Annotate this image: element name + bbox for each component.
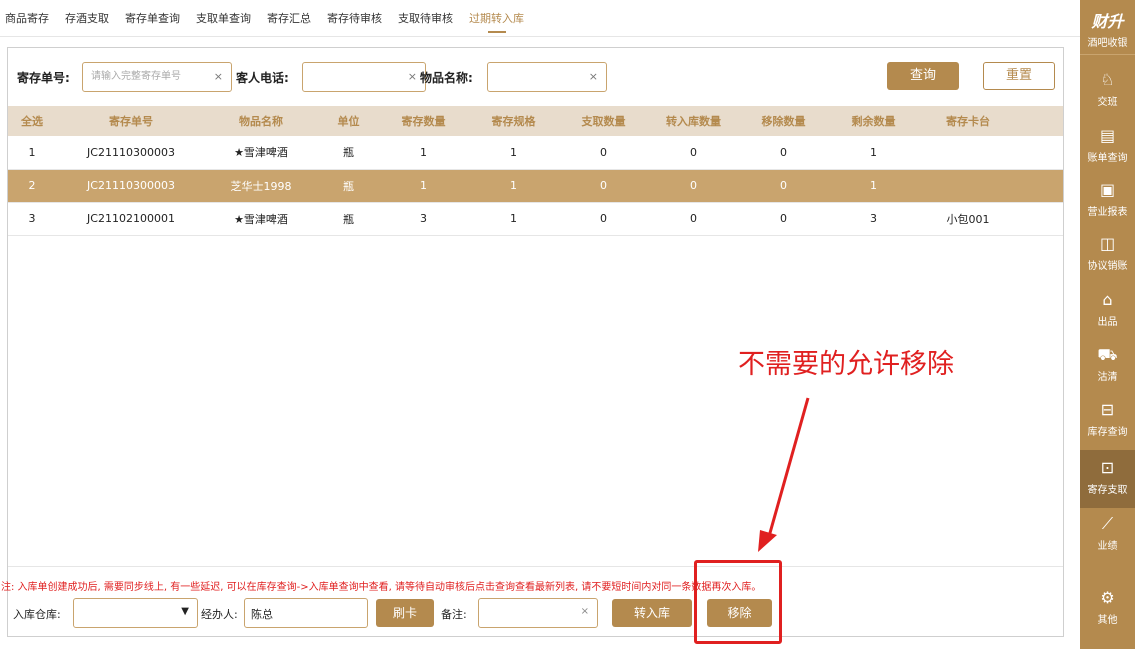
box-icon: ⊟ xyxy=(1100,400,1115,419)
brand-title: 财升 xyxy=(1091,12,1124,31)
sidebar-item-label: 寄存支取 xyxy=(1087,485,1128,496)
chart-icon: ⟋ xyxy=(1101,514,1114,533)
right-sidebar: 财升 酒吧收银 ♘ 交班 ▤ 账单查询 ▣ 营业报表 ◫ 协议销账 ⌂ 出品 ⛟… xyxy=(1080,0,1135,649)
dish-icon: ⌂ xyxy=(1102,290,1113,309)
brand-subtitle: 酒吧收银 xyxy=(1087,38,1128,49)
annotation-highlight-box xyxy=(694,560,782,644)
arrow-shaft xyxy=(766,397,810,541)
sidebar-item-shift[interactable]: ♘ 交班 xyxy=(1080,70,1135,126)
gear-icon: ⚙ xyxy=(1100,588,1115,607)
report-icon: ▣ xyxy=(1099,180,1116,199)
sidebar-item-deposit-withdraw[interactable]: ⊡ 寄存支取 xyxy=(1080,450,1135,508)
sidebar-item-performance[interactable]: ⟋ 业绩 xyxy=(1080,514,1135,570)
agreement-icon: ◫ xyxy=(1099,234,1116,253)
cart-icon: ⛟ xyxy=(1097,345,1118,364)
sidebar-item-label: 营业报表 xyxy=(1087,207,1128,218)
sidebar-item-bill-query[interactable]: ▤ 账单查询 xyxy=(1080,126,1135,182)
sidebar-item-business-report[interactable]: ▣ 营业报表 xyxy=(1080,180,1135,236)
sidebar-item-other[interactable]: ⚙ 其他 xyxy=(1080,588,1135,644)
sidebar-item-sold-out[interactable]: ⛟ 沽清 xyxy=(1080,345,1135,401)
sidebar-item-agreement[interactable]: ◫ 协议销账 xyxy=(1080,234,1135,290)
sidebar-item-stock-query[interactable]: ⊟ 库存查询 xyxy=(1080,400,1135,456)
sidebar-item-label: 库存查询 xyxy=(1087,427,1128,438)
annotation-arrow xyxy=(758,397,810,552)
brand-logo: 财升 酒吧收银 xyxy=(1080,0,1135,55)
sidebar-item-label: 协议销账 xyxy=(1087,261,1128,272)
sidebar-item-label: 交班 xyxy=(1097,97,1118,108)
sidebar-item-label: 沽清 xyxy=(1097,372,1118,383)
receipt-icon: ▤ xyxy=(1099,126,1116,145)
app: 商品寄存 存酒支取 寄存单查询 支取单查询 寄存汇总 寄存待审核 支取待审核 过… xyxy=(0,0,1135,649)
person-switch-icon: ♘ xyxy=(1100,70,1115,89)
locker-icon: ⊡ xyxy=(1100,458,1115,477)
sidebar-item-label: 出品 xyxy=(1097,317,1118,328)
sidebar-item-label: 账单查询 xyxy=(1087,153,1128,164)
arrow-head xyxy=(758,530,777,552)
sidebar-item-label: 其他 xyxy=(1097,615,1118,626)
sidebar-item-dispatch[interactable]: ⌂ 出品 xyxy=(1080,290,1135,346)
sidebar-item-label: 业绩 xyxy=(1097,541,1118,552)
